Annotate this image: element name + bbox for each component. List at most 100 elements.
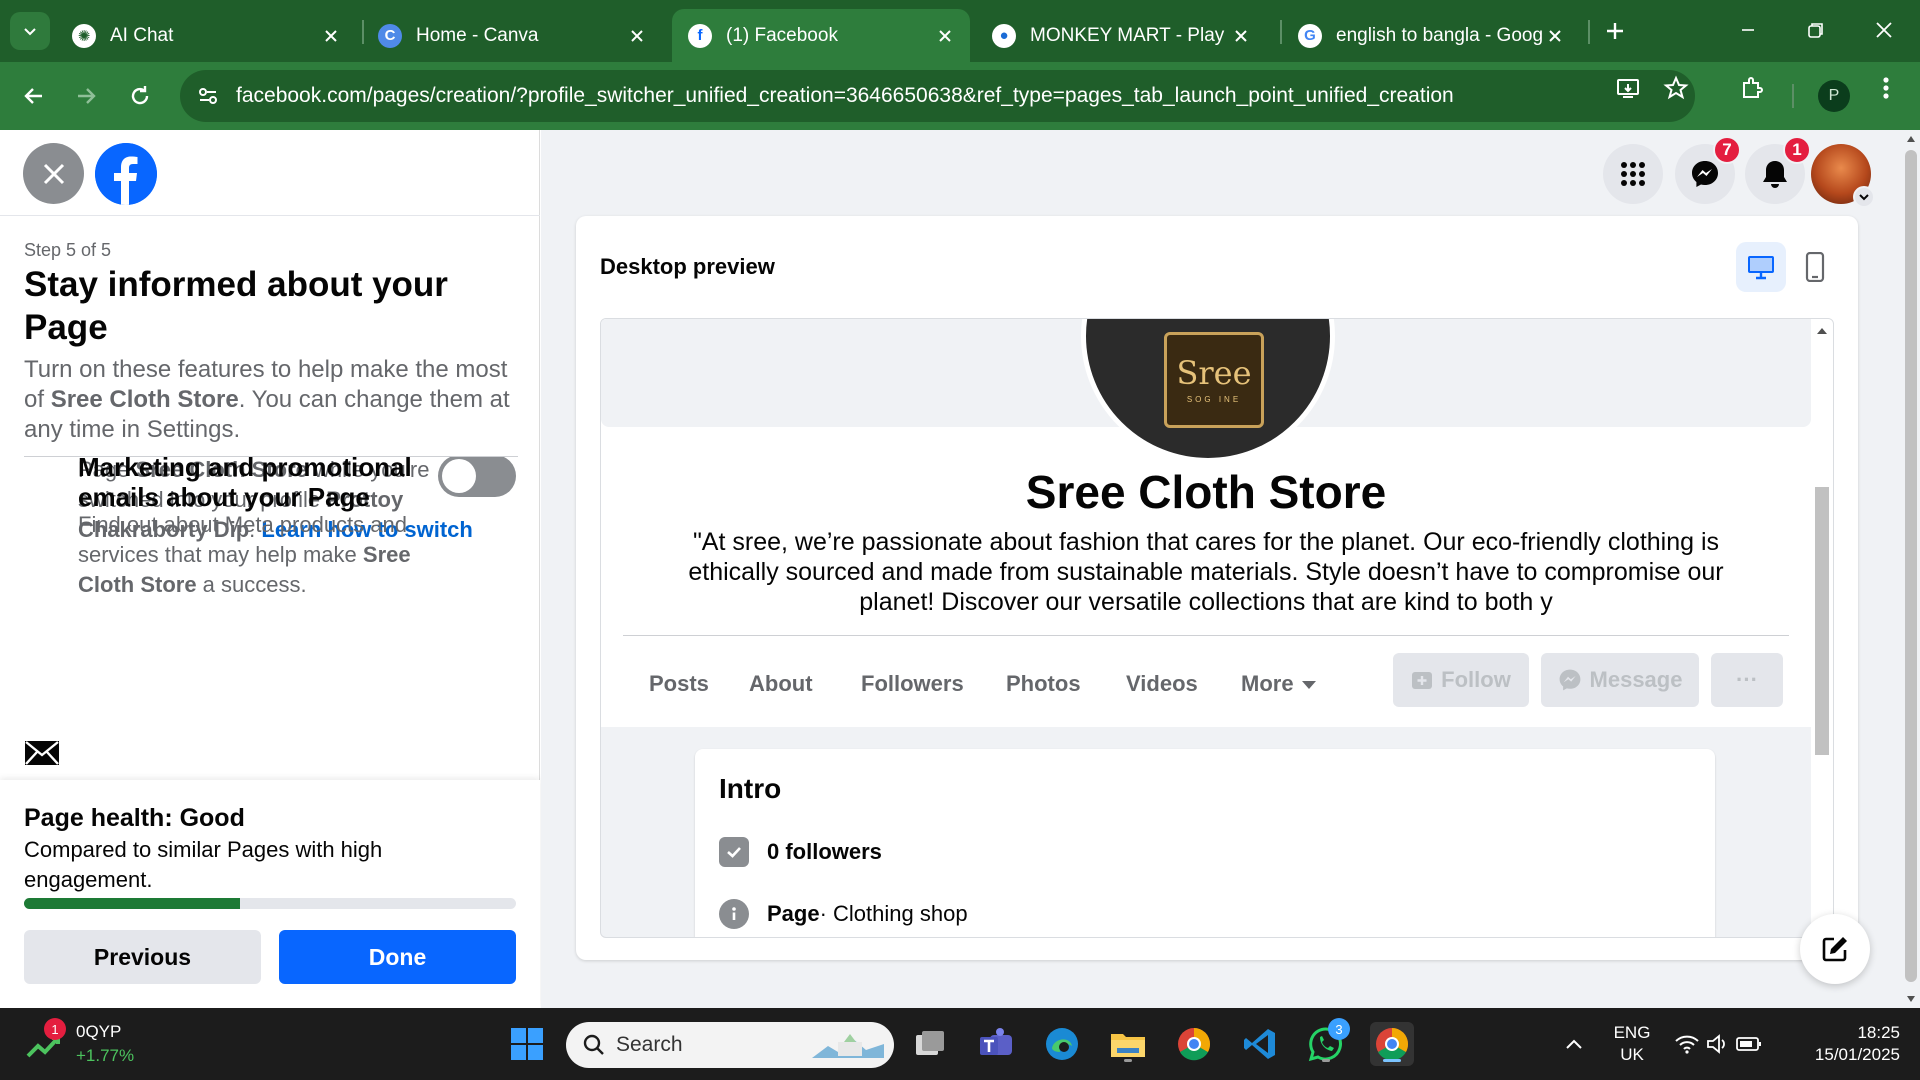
page-more-options-button[interactable]: ··· [1711, 653, 1783, 707]
panel-header [0, 130, 540, 216]
tab-monkey-mart[interactable]: ● MONKEY MART - Play On [976, 9, 1266, 62]
page-tab-followers[interactable]: Followers [861, 671, 964, 697]
tab-google-translate[interactable]: G english to bangla - Goog [1282, 9, 1580, 62]
close-tab-icon[interactable] [626, 25, 648, 47]
task-view-button[interactable] [908, 1022, 952, 1066]
teams-app[interactable] [974, 1022, 1018, 1066]
clock[interactable]: 18:25 15/01/2025 [1790, 1022, 1900, 1066]
quick-settings-button[interactable] [1668, 1022, 1768, 1066]
extensions-button[interactable] [1734, 70, 1770, 106]
edge-app[interactable] [1040, 1022, 1084, 1066]
followers-row: 0 followers [719, 837, 882, 867]
page-scrollbar[interactable] [1902, 130, 1920, 1008]
wifi-icon [1675, 1035, 1699, 1054]
forward-button[interactable] [68, 78, 104, 114]
done-button[interactable]: Done [279, 930, 516, 984]
close-window-button[interactable] [1856, 10, 1912, 50]
canva-icon: C [378, 23, 402, 48]
facebook-icon: f [688, 23, 712, 48]
page-name: Sree Cloth Store [1025, 466, 1387, 518]
tab-separator [1588, 20, 1590, 44]
taskbar-search[interactable]: Search [566, 1022, 894, 1068]
previous-button[interactable]: Previous [24, 930, 261, 984]
search-label: Search [616, 1033, 683, 1056]
close-tab-icon[interactable] [1230, 25, 1252, 47]
scrollbar-thumb[interactable] [1905, 150, 1917, 982]
close-tab-icon[interactable] [1544, 25, 1566, 47]
vscode-icon [1244, 1029, 1275, 1059]
vscode-app[interactable] [1238, 1022, 1282, 1066]
panel-heading: Stay informed about your Page [24, 265, 448, 347]
mobile-preview-toggle[interactable] [1790, 242, 1840, 292]
scrollbar-thumb[interactable] [1815, 487, 1829, 755]
tab-facebook[interactable]: f (1) Facebook [672, 9, 970, 62]
tab-title: AI Chat [110, 24, 174, 46]
tab-ai-chat[interactable]: ✺ AI Chat [56, 9, 356, 62]
keyboard-layout: UK [1620, 1045, 1644, 1064]
envelope-icon [25, 741, 59, 765]
reload-icon [131, 86, 149, 105]
desktop-preview-toggle[interactable] [1736, 242, 1786, 292]
messenger-button[interactable]: 7 [1675, 136, 1741, 204]
stock-widget[interactable]: 1 0QYP +1.77% [24, 1018, 164, 1070]
tab-search-button[interactable] [10, 12, 50, 50]
browser-menu-button[interactable] [1868, 70, 1904, 106]
minimize-button[interactable] [1720, 10, 1776, 50]
windows-taskbar: 1 0QYP +1.77% Search 3 ENG UK 18:25 15/0… [0, 1008, 1920, 1080]
menu-grid-button[interactable] [1603, 144, 1663, 204]
restore-button[interactable] [1788, 10, 1844, 50]
page-tab-posts[interactable]: Posts [649, 671, 709, 697]
notifications-button[interactable]: 1 [1745, 136, 1811, 204]
minimize-icon [1742, 29, 1754, 31]
file-explorer-app[interactable] [1106, 1022, 1150, 1066]
message-button[interactable]: Message [1541, 653, 1699, 707]
windows-icon [511, 1028, 543, 1060]
compose-icon [1822, 937, 1847, 962]
omnibox[interactable]: facebook.com/pages/creation/?profile_swi… [180, 70, 1695, 122]
page-health-progress [24, 898, 516, 909]
close-creation-button[interactable] [23, 143, 84, 204]
message-label: Message [1589, 667, 1683, 692]
active-indicator [1383, 1059, 1401, 1062]
close-tab-icon[interactable] [934, 25, 956, 47]
close-tab-icon[interactable] [320, 25, 342, 47]
account-avatar[interactable] [1811, 144, 1875, 208]
page-tab-about[interactable]: About [749, 671, 813, 697]
chrome-app-active[interactable] [1370, 1022, 1414, 1066]
chrome-app[interactable] [1172, 1022, 1216, 1066]
bookmark-star-button[interactable] [1658, 70, 1694, 106]
running-indicator [1124, 1059, 1132, 1062]
arrow-left-icon [24, 88, 42, 104]
install-app-button[interactable] [1610, 70, 1646, 106]
page-tab-photos[interactable]: Photos [1006, 671, 1081, 697]
profile-avatar-button[interactable]: P [1818, 80, 1850, 112]
divider [623, 635, 1789, 636]
whatsapp-app[interactable]: 3 [1304, 1018, 1350, 1066]
facebook-logo[interactable] [95, 143, 157, 205]
followers-check-icon [719, 837, 749, 867]
reload-button[interactable] [122, 78, 158, 114]
page-health-title: Page health: Good [24, 804, 245, 832]
page-creation-panel: Step 5 of 5 Stay informed about your Pag… [0, 130, 540, 1008]
marketing-emails-toggle[interactable] [438, 457, 516, 497]
edge-icon [1046, 1028, 1078, 1060]
back-button[interactable] [16, 78, 52, 114]
site-info-icon[interactable] [190, 78, 226, 114]
page-tab-more[interactable]: More [1241, 671, 1316, 697]
show-hidden-icons-button[interactable] [1552, 1022, 1596, 1066]
widget-badge: 1 [44, 1018, 66, 1040]
running-indicator [1322, 1059, 1330, 1062]
plus-icon [1607, 23, 1623, 39]
facebook-icon [95, 143, 157, 205]
volume-icon [1707, 1034, 1725, 1054]
follow-button[interactable]: Follow [1393, 653, 1529, 707]
page-bio: "At sree, we’re passionate about fashion… [688, 528, 1724, 616]
new-message-fab[interactable] [1800, 914, 1870, 984]
language-indicator[interactable]: ENG UK [1604, 1022, 1660, 1066]
preview-scrollbar[interactable] [1811, 319, 1833, 937]
new-tab-button[interactable] [1598, 14, 1632, 48]
tab-canva[interactable]: C Home - Canva [362, 9, 662, 62]
start-button[interactable] [505, 1022, 549, 1066]
info-icon [719, 899, 749, 929]
page-tab-videos[interactable]: Videos [1126, 671, 1198, 697]
